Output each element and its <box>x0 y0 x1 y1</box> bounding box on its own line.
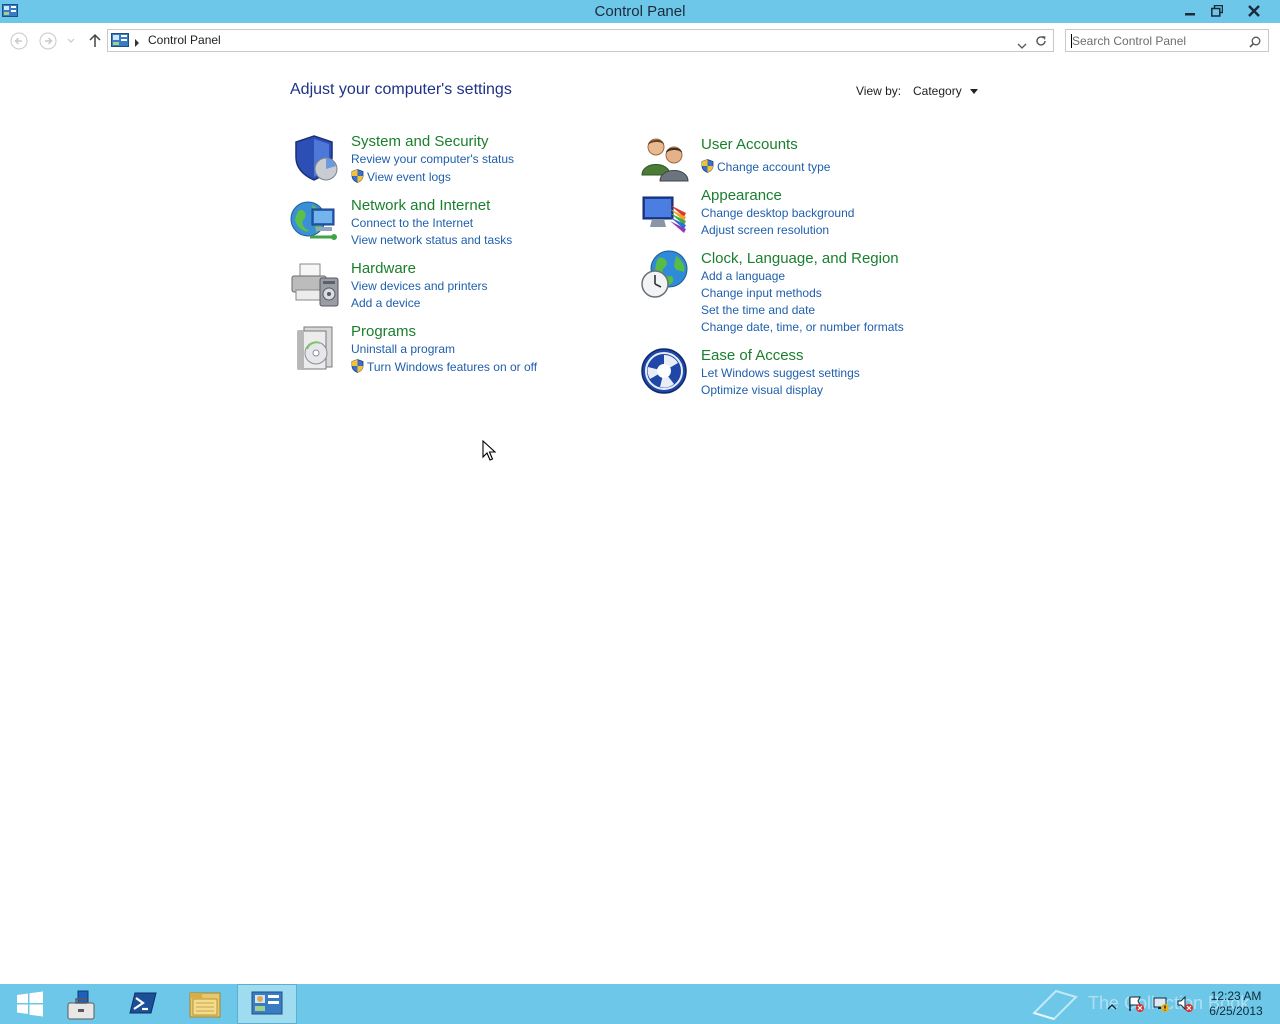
users-icon[interactable] <box>640 135 690 185</box>
control-panel-icon <box>111 33 129 53</box>
address-dropdown-icon[interactable] <box>1017 37 1027 55</box>
uac-shield-icon <box>351 359 364 373</box>
programs-icon[interactable] <box>290 323 340 373</box>
windows-logo-icon <box>17 991 43 1017</box>
link-label[interactable]: Change account type <box>717 160 830 174</box>
link[interactable]: Let Windows suggest settings <box>701 366 860 380</box>
link[interactable]: Review your computer's status <box>351 152 514 166</box>
network-globe-icon[interactable] <box>290 197 340 247</box>
action-center-icon[interactable] <box>1127 995 1145 1018</box>
link[interactable]: Optimize visual display <box>701 383 823 397</box>
link[interactable]: Set the time and date <box>701 303 815 317</box>
search-icon[interactable] <box>1249 35 1261 53</box>
refresh-icon[interactable] <box>1034 34 1048 53</box>
book-watermark-icon <box>1032 989 1078 1021</box>
link[interactable]: View devices and printers <box>351 279 488 293</box>
taskbar-control-panel[interactable] <box>237 984 297 1024</box>
link-label[interactable]: View event logs <box>367 170 451 184</box>
category-title[interactable]: Network and Internet <box>351 197 490 214</box>
link[interactable]: View event logs <box>351 169 451 184</box>
text-caret <box>1071 34 1072 48</box>
link[interactable]: Uninstall a program <box>351 342 455 356</box>
appearance-icon[interactable] <box>640 187 690 237</box>
page-heading: Adjust your computer's settings <box>290 81 512 98</box>
ease-of-access-icon[interactable] <box>640 347 690 397</box>
link[interactable]: Change desktop background <box>701 206 854 220</box>
volume-muted-icon[interactable] <box>1176 995 1194 1018</box>
back-button[interactable] <box>10 32 30 52</box>
taskbar: The Collection Book 12:23 AM 6/25/2013 <box>0 984 1280 1024</box>
category-title[interactable]: Ease of Access <box>701 347 804 364</box>
link-label[interactable]: Turn Windows features on or off <box>367 360 537 374</box>
title-bar: Control Panel <box>0 0 1280 23</box>
view-by-select[interactable]: Category <box>913 84 978 98</box>
category-title[interactable]: System and Security <box>351 133 489 150</box>
category-title[interactable]: Clock, Language, and Region <box>701 250 899 267</box>
search-box[interactable] <box>1065 29 1269 52</box>
clock[interactable]: 12:23 AM 6/25/2013 <box>1204 989 1268 1019</box>
mouse-cursor-icon <box>482 439 497 467</box>
printer-icon[interactable] <box>290 260 340 310</box>
minimize-button[interactable] <box>1177 0 1203 21</box>
link[interactable]: Change account type <box>701 159 830 174</box>
category-title[interactable]: Hardware <box>351 260 416 277</box>
chevron-down-icon <box>969 89 978 95</box>
address-bar[interactable]: Control Panel <box>107 29 1054 52</box>
up-button[interactable] <box>87 32 107 52</box>
view-by-value[interactable]: Category <box>913 84 962 98</box>
network-status-icon[interactable] <box>1152 995 1170 1018</box>
link[interactable]: Change input methods <box>701 286 822 300</box>
category-title[interactable]: Appearance <box>701 187 782 204</box>
close-button[interactable] <box>1230 0 1278 21</box>
link[interactable]: Connect to the Internet <box>351 216 473 230</box>
taskbar-powershell[interactable] <box>113 984 173 1024</box>
breadcrumb-arrow-icon[interactable] <box>133 35 141 53</box>
taskbar-server-manager[interactable] <box>51 984 111 1024</box>
recent-locations-dropdown[interactable] <box>66 36 78 56</box>
clock-time: 12:23 AM <box>1210 989 1262 1003</box>
category-title[interactable]: Programs <box>351 323 416 340</box>
shield-icon[interactable] <box>290 133 340 183</box>
control-panel-icon <box>251 991 283 1015</box>
link[interactable]: Change date, time, or number formats <box>701 320 904 334</box>
link[interactable]: View network status and tasks <box>351 233 512 247</box>
show-hidden-icons-button[interactable] <box>1107 998 1117 1016</box>
folder-icon <box>189 992 221 1018</box>
link[interactable]: Adjust screen resolution <box>701 223 829 237</box>
forward-button[interactable] <box>39 32 59 52</box>
powershell-icon <box>129 992 157 1014</box>
link[interactable]: Turn Windows features on or off <box>351 359 537 374</box>
search-input[interactable] <box>1072 32 1242 49</box>
clock-globe-icon[interactable] <box>640 250 690 300</box>
uac-shield-icon <box>701 159 714 173</box>
view-by-label: View by: <box>856 84 902 98</box>
link[interactable]: Add a language <box>701 269 785 283</box>
server-manager-icon <box>67 990 95 1020</box>
breadcrumb[interactable]: Control Panel <box>148 33 221 47</box>
taskbar-file-explorer[interactable] <box>175 984 235 1024</box>
window-title: Control Panel <box>594 3 686 20</box>
restore-button[interactable] <box>1204 0 1230 21</box>
link[interactable]: Add a device <box>351 296 420 310</box>
clock-date: 6/25/2013 <box>1209 1004 1263 1018</box>
category-title[interactable]: User Accounts <box>701 136 798 153</box>
uac-shield-icon <box>351 169 364 183</box>
